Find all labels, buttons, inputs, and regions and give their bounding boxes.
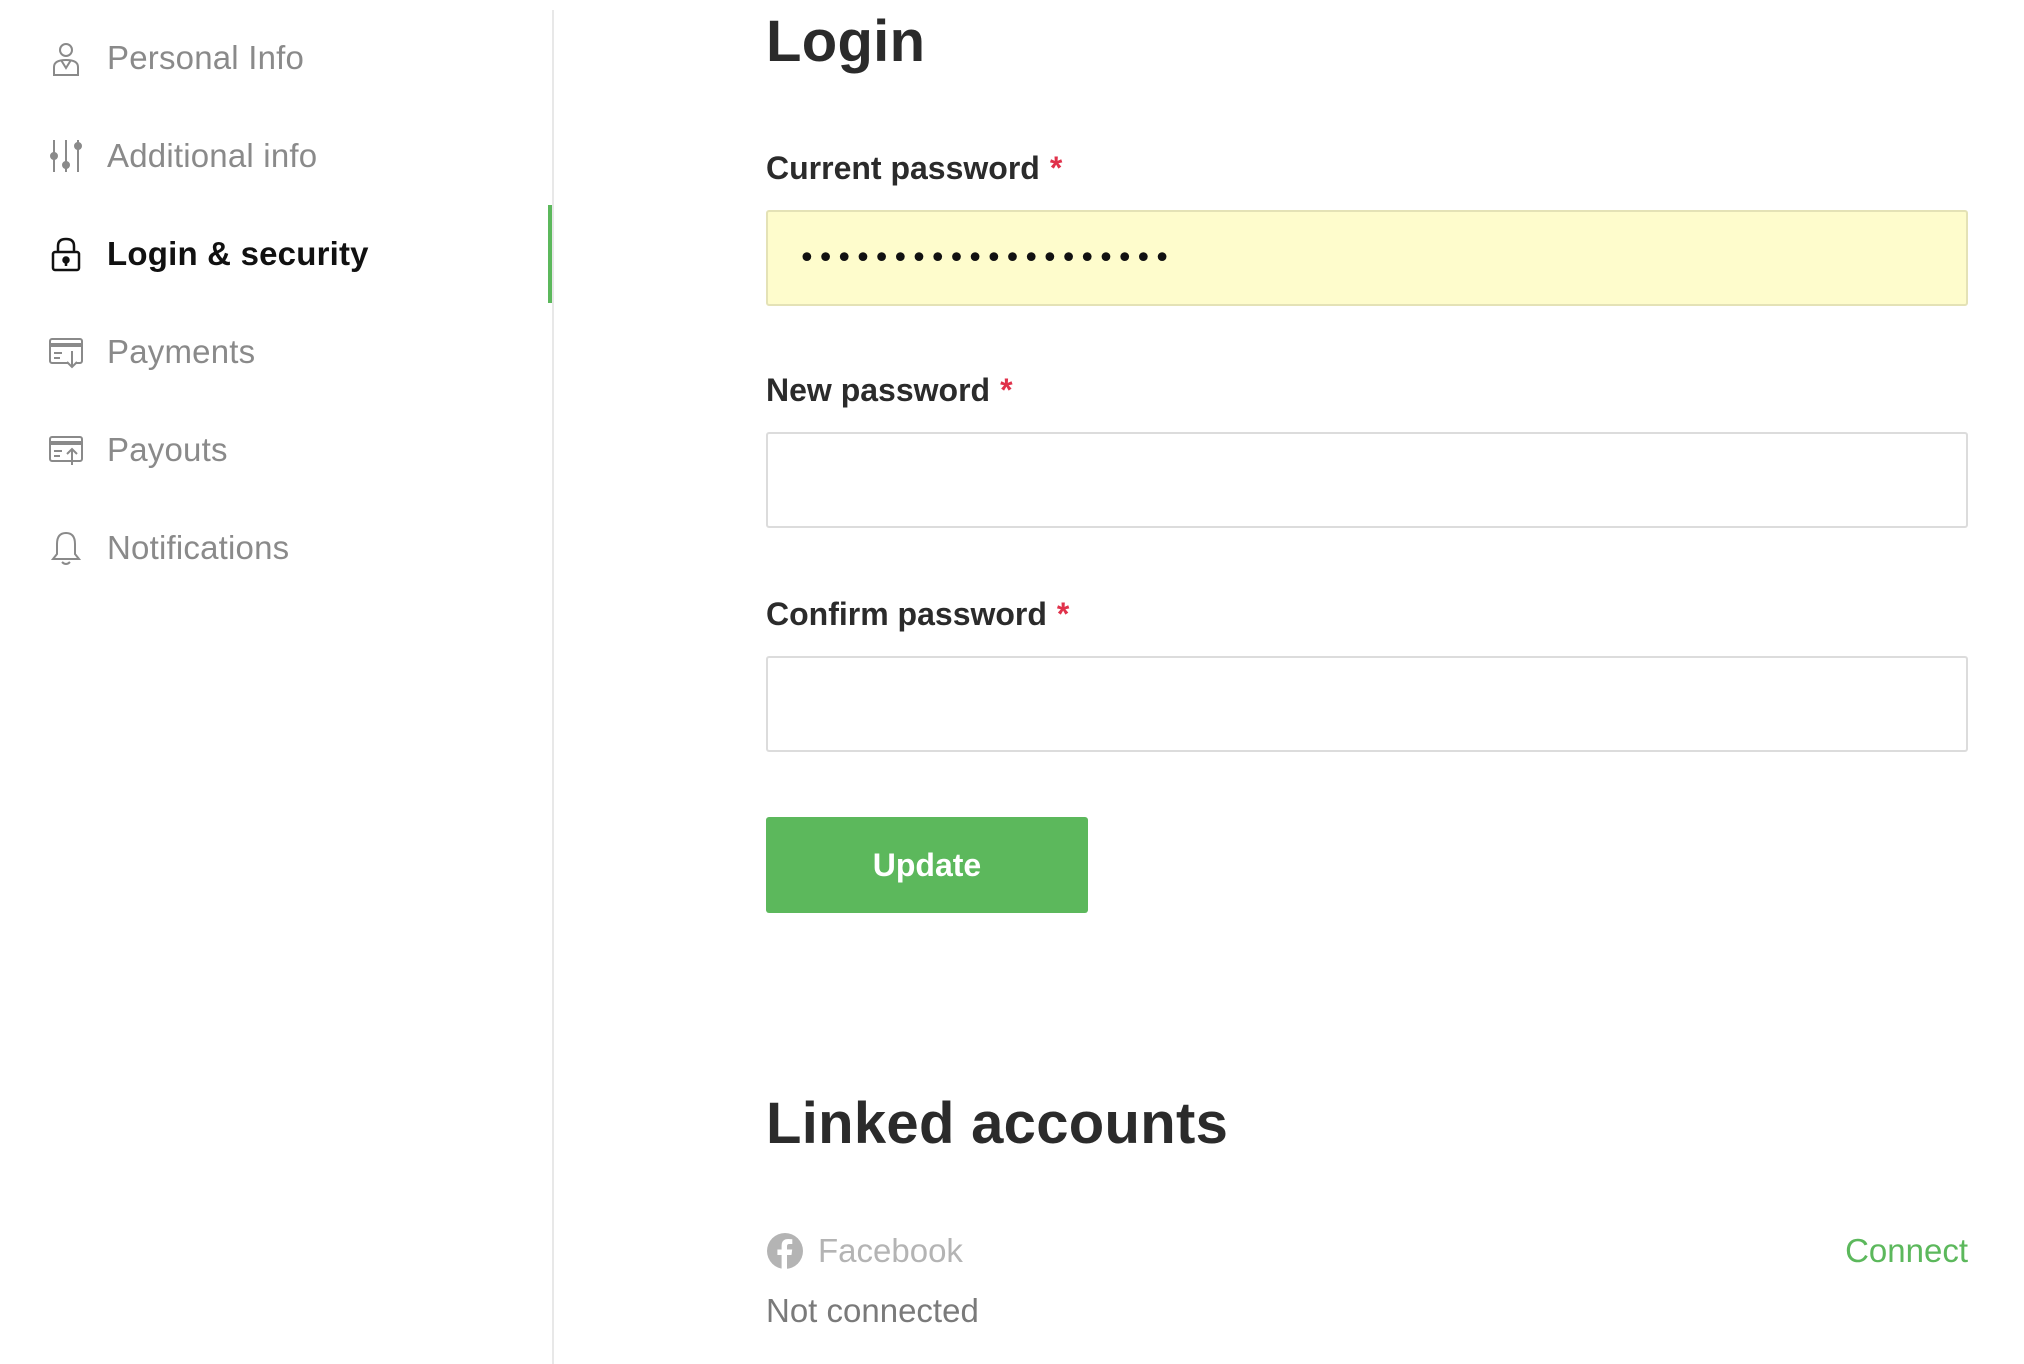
facebook-status: Not connected bbox=[766, 1292, 979, 1329]
required-marker: * bbox=[1056, 596, 1070, 632]
facebook-connect-link[interactable]: Connect bbox=[1845, 1232, 1968, 1270]
sidebar-item-label: Personal Info bbox=[107, 39, 305, 76]
sidebar-item-additional-info[interactable]: Additional info bbox=[0, 107, 554, 205]
card-upload-icon bbox=[48, 431, 84, 469]
settings-sidebar: Personal Info Additional info Login & se… bbox=[0, 0, 554, 1364]
facebook-label: Facebook bbox=[818, 1232, 963, 1269]
bell-icon bbox=[48, 529, 84, 567]
new-password-label: New password * bbox=[766, 372, 1013, 408]
sidebar-item-label: Notifications bbox=[107, 529, 290, 566]
linked-accounts-title: Linked accounts bbox=[766, 1091, 1229, 1156]
new-password-field[interactable] bbox=[766, 432, 1968, 528]
sidebar-item-label: Additional info bbox=[107, 137, 318, 174]
facebook-icon bbox=[766, 1232, 804, 1270]
lock-icon bbox=[48, 235, 84, 273]
confirm-password-label: Confirm password * bbox=[766, 596, 1070, 632]
sliders-icon bbox=[48, 137, 84, 175]
sidebar-item-label: Payouts bbox=[107, 431, 228, 468]
required-marker: * bbox=[1000, 372, 1013, 408]
update-button[interactable]: Update bbox=[766, 817, 1088, 913]
sidebar-item-notifications[interactable]: Notifications bbox=[0, 499, 554, 597]
sidebar-divider bbox=[552, 10, 554, 1364]
sidebar-item-personal-info[interactable]: Personal Info bbox=[0, 9, 554, 107]
current-password-label: Current password * bbox=[766, 150, 1063, 186]
confirm-password-field[interactable] bbox=[766, 656, 1968, 752]
sidebar-item-label: Login & security bbox=[107, 235, 369, 272]
linked-account-row: Facebook Connect bbox=[766, 1230, 1968, 1274]
current-password-field[interactable] bbox=[766, 210, 1968, 306]
card-download-icon bbox=[48, 333, 84, 371]
sidebar-item-payouts[interactable]: Payouts bbox=[0, 401, 554, 499]
sidebar-item-label: Payments bbox=[107, 333, 256, 370]
page-title: Login bbox=[766, 9, 926, 74]
sidebar-item-payments[interactable]: Payments bbox=[0, 303, 554, 401]
person-icon bbox=[48, 39, 84, 77]
sidebar-item-login-security[interactable]: Login & security bbox=[0, 205, 554, 303]
required-marker: * bbox=[1049, 150, 1063, 186]
